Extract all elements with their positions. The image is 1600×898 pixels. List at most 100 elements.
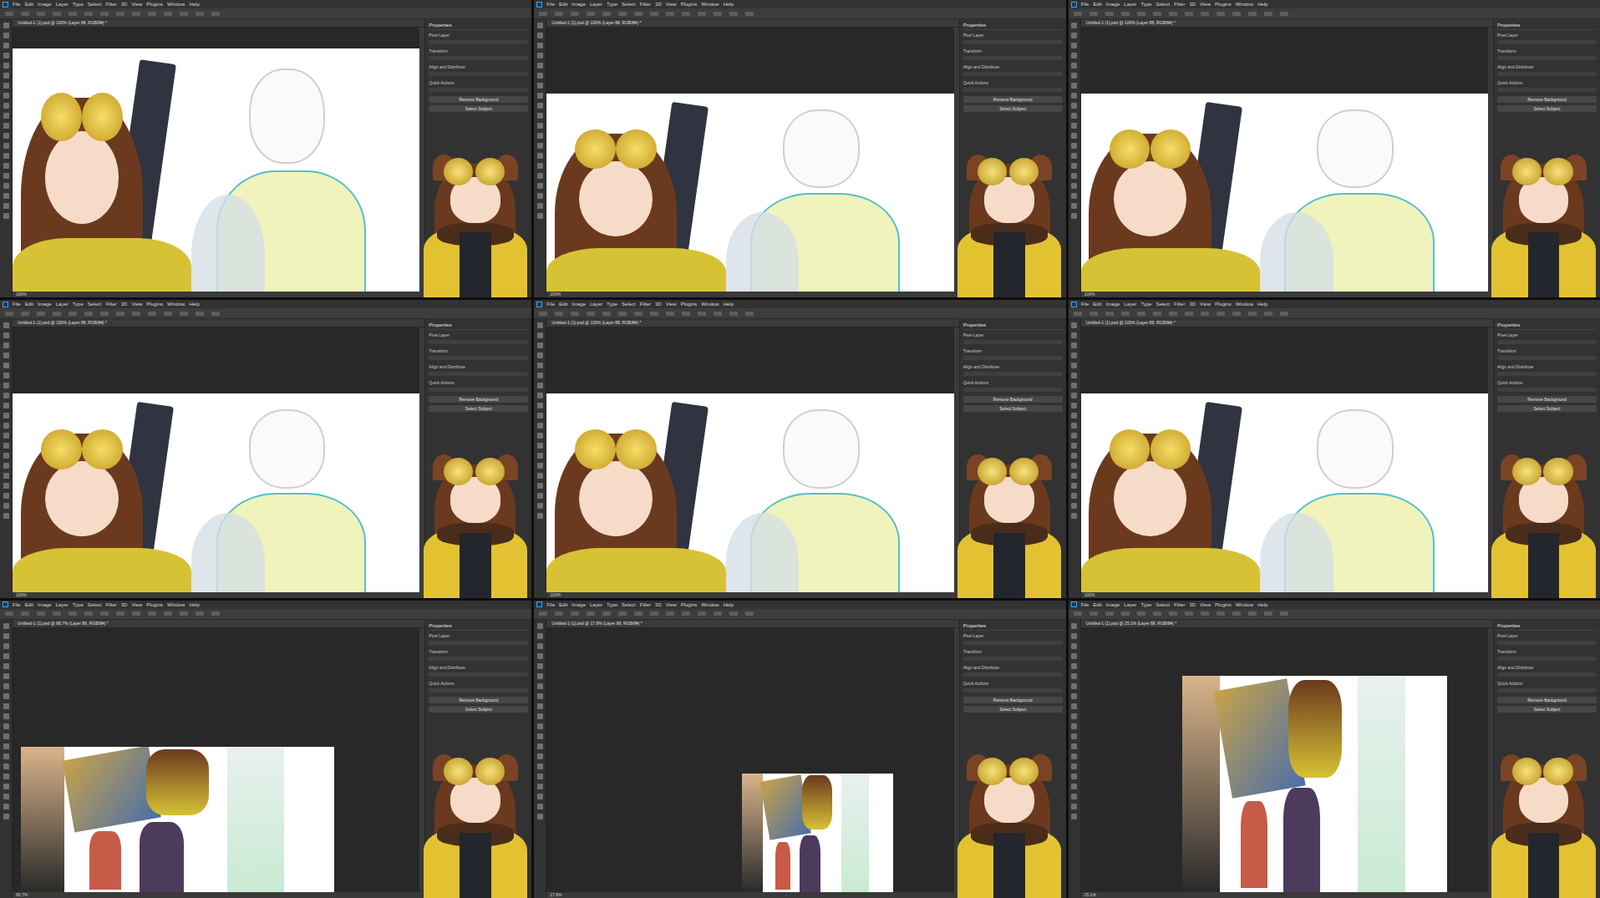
tool-icon[interactable] <box>3 112 10 119</box>
tool-icon[interactable] <box>537 42 544 49</box>
document-tab[interactable]: Untitled-1 (1).psd @ 100% (Layer 88, RGB… <box>546 319 959 328</box>
tool-icon[interactable] <box>1071 643 1077 650</box>
option-control-icon[interactable] <box>1121 611 1130 616</box>
menu-item[interactable]: Type <box>72 301 84 307</box>
tool-icon[interactable] <box>1071 623 1077 630</box>
panel-section[interactable]: Quick Actions <box>963 380 1063 394</box>
option-control-icon[interactable] <box>179 311 188 316</box>
menu-item[interactable]: Window <box>700 602 719 608</box>
tool-icon[interactable] <box>1071 392 1077 399</box>
tool-icon[interactable] <box>537 342 544 349</box>
canvas[interactable] <box>1081 393 1489 592</box>
menu-item[interactable]: Filter <box>1173 301 1185 307</box>
tool-icon[interactable] <box>3 452 10 459</box>
tool-icon[interactable] <box>3 162 10 169</box>
menu-item[interactable]: Filter <box>640 301 651 307</box>
tool-icon[interactable] <box>537 362 544 369</box>
menu-item[interactable]: Plugins <box>680 1 698 7</box>
option-control-icon[interactable] <box>681 611 691 616</box>
tool-icon[interactable] <box>537 172 544 179</box>
option-control-icon[interactable] <box>52 11 61 16</box>
option-control-icon[interactable] <box>602 611 611 616</box>
menu-item[interactable]: Select <box>87 602 102 608</box>
menu-item[interactable]: Select <box>621 301 636 307</box>
option-control-icon[interactable] <box>1264 311 1273 316</box>
option-control-icon[interactable] <box>1248 11 1257 16</box>
menu-item[interactable]: Layer <box>55 301 69 307</box>
panel-section[interactable]: Pixel Layer <box>1497 633 1597 647</box>
panel-section[interactable]: Pixel Layer <box>963 332 1063 346</box>
quick-action-button[interactable]: Remove Background <box>428 696 529 704</box>
menu-item[interactable]: Image <box>571 1 586 7</box>
tool-icon[interactable] <box>537 162 544 169</box>
tool-icon[interactable] <box>3 102 10 109</box>
menu-item[interactable]: Plugins <box>680 301 698 307</box>
menu-item[interactable]: Image <box>1106 1 1121 7</box>
canvas[interactable] <box>12 48 420 292</box>
tool-icon[interactable] <box>3 753 10 760</box>
menu-item[interactable]: Edit <box>1092 301 1102 307</box>
menu-item[interactable]: Type <box>1140 602 1152 608</box>
document-tab[interactable]: Untitled-1 (1).psd @ 100% (Layer 88, RGB… <box>546 19 959 28</box>
option-control-icon[interactable] <box>1089 611 1098 616</box>
quick-action-button[interactable]: Select Subject <box>428 706 529 713</box>
canvas[interactable] <box>1081 93 1489 292</box>
tool-icon[interactable] <box>3 352 10 359</box>
document-tab[interactable]: Untitled-1 (1).psd @ 100% (Layer 88, RGB… <box>12 319 425 328</box>
option-control-icon[interactable] <box>729 311 738 316</box>
document-tab[interactable]: Untitled-1 (1).psd @ 100% (Layer 88, RGB… <box>1081 319 1494 328</box>
option-control-icon[interactable] <box>570 311 580 316</box>
quick-action-button[interactable]: Select Subject <box>963 405 1063 412</box>
menu-item[interactable]: Plugins <box>146 602 163 608</box>
tool-icon[interactable] <box>537 102 544 109</box>
tool-icon[interactable] <box>1071 723 1077 730</box>
quick-action-button[interactable]: Remove Background <box>963 396 1063 403</box>
tool-icon[interactable] <box>537 753 544 760</box>
menu-item[interactable]: Plugins <box>1214 602 1232 608</box>
quick-action-button[interactable]: Remove Background <box>1497 696 1597 704</box>
panel-section[interactable]: Quick Actions <box>428 80 529 94</box>
menu-item[interactable]: Filter <box>105 1 117 7</box>
option-control-icon[interactable] <box>1184 611 1194 616</box>
menu-item[interactable]: Layer <box>55 1 69 7</box>
tool-icon[interactable] <box>1071 72 1077 79</box>
tool-icon[interactable] <box>537 213 544 219</box>
tool-icon[interactable] <box>1071 422 1077 429</box>
option-control-icon[interactable] <box>116 611 125 616</box>
tool-icon[interactable] <box>537 513 544 519</box>
option-control-icon[interactable] <box>618 611 627 616</box>
menu-item[interactable]: Type <box>72 1 84 7</box>
tool-icon[interactable] <box>1071 793 1077 800</box>
canvas[interactable] <box>741 773 893 893</box>
menu-item[interactable]: Help <box>1257 602 1268 608</box>
tool-icon[interactable] <box>3 773 10 780</box>
option-control-icon[interactable] <box>5 11 14 16</box>
panel-section[interactable]: Transform <box>428 48 529 62</box>
tool-icon[interactable] <box>1071 182 1077 189</box>
document-tab[interactable]: Untitled-1 (1).psd @ 100% (Layer 88, RGB… <box>12 19 425 28</box>
panel-section[interactable]: Align and Distribute <box>963 64 1063 78</box>
option-control-icon[interactable] <box>1184 11 1194 16</box>
menu-item[interactable]: View <box>131 1 143 7</box>
tool-icon[interactable] <box>3 513 10 519</box>
tool-icon[interactable] <box>3 193 10 199</box>
tool-icon[interactable] <box>3 332 10 339</box>
menu-item[interactable]: 3D <box>1188 1 1196 7</box>
tool-icon[interactable] <box>3 663 10 670</box>
option-control-icon[interactable] <box>1105 11 1114 16</box>
panel-section[interactable]: Transform <box>1497 48 1597 62</box>
tool-icon[interactable] <box>537 392 544 399</box>
menu-item[interactable]: Window <box>167 301 185 307</box>
option-control-icon[interactable] <box>697 11 707 16</box>
menu-item[interactable]: Edit <box>1092 1 1102 7</box>
menu-item[interactable]: Edit <box>25 602 34 608</box>
tool-icon[interactable] <box>537 422 544 429</box>
option-control-icon[interactable] <box>1232 611 1241 616</box>
quick-action-button[interactable]: Select Subject <box>1497 405 1597 412</box>
quick-action-button[interactable]: Remove Background <box>963 96 1063 103</box>
menu-item[interactable]: Help <box>723 1 734 7</box>
option-control-icon[interactable] <box>713 11 722 16</box>
tool-icon[interactable] <box>1071 633 1077 640</box>
option-control-icon[interactable] <box>68 11 77 16</box>
tool-icon[interactable] <box>3 422 10 429</box>
